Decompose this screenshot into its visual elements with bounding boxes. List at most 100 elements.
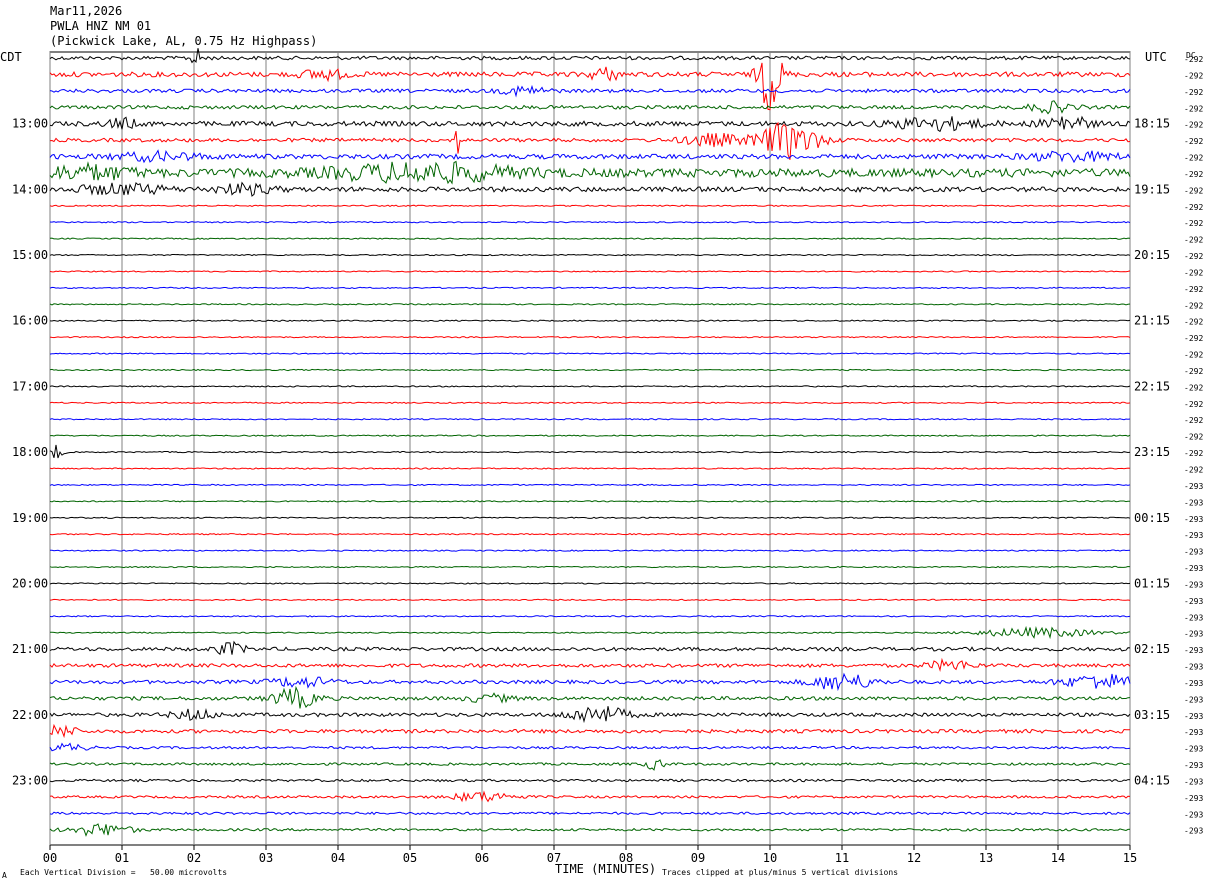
trace-line	[49, 204, 1130, 207]
right-hour-label: 02:15	[1134, 642, 1170, 656]
trace-line	[49, 401, 1131, 404]
clip-note: Traces clipped at plus/minus 5 vertical …	[662, 868, 899, 877]
dc-offset-label: -292	[1184, 121, 1203, 130]
dc-offset-label: -293	[1184, 695, 1203, 704]
dc-offset-label: -293	[1184, 630, 1203, 639]
helicorder-plot: 00 01 02 03 04 05 06 07 08 09 10 11 12 13 14 15-292-292…	[12, 48, 1203, 865]
dc-offset-label: -292	[1184, 137, 1203, 146]
dc-header-label: DC	[1186, 51, 1196, 60]
left-hour-label: 23:00	[12, 773, 48, 787]
dc-offset-label: -293	[1184, 794, 1203, 803]
dc-offset-label: -292	[1184, 367, 1203, 376]
dc-offset-label: -292	[1184, 203, 1203, 212]
trace-line	[49, 418, 1131, 421]
dc-offset-label: -293	[1184, 663, 1203, 672]
trace-line	[49, 533, 1131, 536]
trace-line	[49, 483, 1131, 487]
trace-line	[49, 723, 1130, 739]
x-tick-label: 06	[475, 851, 489, 865]
dc-offset-label: -292	[1184, 186, 1203, 195]
trace-line	[49, 303, 1131, 306]
trace-line	[49, 237, 1131, 240]
dc-offset-label: -293	[1184, 548, 1203, 557]
dc-offset-label: -293	[1184, 597, 1203, 606]
trace-line	[49, 62, 1131, 111]
dc-offset-label: -293	[1184, 777, 1203, 786]
corner-mark: A	[2, 871, 7, 880]
right-hour-label: 01:15	[1134, 576, 1170, 590]
trace-line	[49, 615, 1131, 618]
trace-line	[49, 778, 1131, 783]
dc-offset-label: -293	[1184, 482, 1203, 491]
trace-line	[49, 100, 1131, 115]
dc-offset-label: -292	[1184, 71, 1203, 80]
left-hour-label: 18:00	[12, 445, 48, 459]
x-tick-label: 11	[835, 851, 849, 865]
trace-line	[49, 444, 1131, 459]
trace-line	[49, 790, 1131, 803]
x-tick-label: 03	[259, 851, 273, 865]
right-hour-label: 00:15	[1134, 511, 1170, 525]
trace-line	[49, 149, 1131, 164]
dc-offset-label: -293	[1184, 745, 1203, 754]
left-hour-label: 21:00	[12, 642, 48, 656]
trace-line	[49, 467, 1131, 470]
dc-offset-label: -292	[1184, 170, 1203, 179]
dc-offset-label: -293	[1184, 515, 1203, 524]
right-hour-label: 22:15	[1134, 379, 1170, 393]
x-tick-label: 04	[331, 851, 345, 865]
x-tick-label: 05	[403, 851, 417, 865]
dc-offset-label: -293	[1184, 761, 1203, 770]
x-tick-label: 01	[115, 851, 129, 865]
dc-offset-label: -293	[1184, 827, 1203, 836]
trace-line	[49, 115, 1131, 133]
dc-offset-label: -293	[1184, 810, 1203, 819]
trace-line	[49, 352, 1131, 355]
dc-offset-label: -293	[1184, 646, 1203, 655]
division-note: Each Vertical Division = 50.00 microvolt…	[20, 868, 228, 877]
trace-line	[49, 48, 1131, 64]
trace-line	[49, 121, 1131, 160]
left-hour-label: 15:00	[12, 248, 48, 262]
x-tick-label: 10	[763, 851, 777, 865]
dc-offset-label: -292	[1184, 219, 1203, 228]
right-hour-label: 04:15	[1134, 773, 1170, 787]
left-hour-label: 16:00	[12, 314, 48, 328]
trace-layer	[49, 48, 1131, 837]
dc-offset-label: -292	[1184, 334, 1203, 343]
trace-line	[49, 516, 1131, 519]
right-hour-label: 20:15	[1134, 248, 1170, 262]
dc-offset-label: -293	[1184, 679, 1203, 688]
trace-line	[49, 335, 1131, 339]
dc-offset-label: -292	[1184, 301, 1203, 310]
trace-line	[49, 319, 1131, 322]
trace-line	[49, 253, 1131, 257]
dc-offset-label: -293	[1184, 728, 1203, 737]
trace-line	[49, 685, 1131, 709]
trace-line	[49, 672, 1131, 692]
dc-offset-label: -292	[1184, 318, 1203, 327]
trace-line	[49, 270, 1131, 273]
trace-line	[49, 759, 1131, 771]
left-hour-label: 20:00	[12, 576, 48, 590]
dc-offset-label: -292	[1184, 88, 1203, 97]
x-tick-label: 02	[187, 851, 201, 865]
trace-line	[49, 385, 1131, 388]
dc-offset-label: -293	[1184, 531, 1203, 540]
x-tick-label: 09	[691, 851, 705, 865]
x-tick-label: 00	[43, 851, 57, 865]
trace-line	[49, 598, 1131, 602]
trace-line	[49, 160, 1131, 185]
trace-line	[49, 582, 1131, 585]
dc-offset-label: -292	[1184, 285, 1203, 294]
trace-line	[49, 84, 1131, 98]
trace-line	[49, 368, 1131, 372]
trace-line	[49, 181, 1131, 197]
trace-line	[49, 706, 1131, 724]
left-hour-label: 14:00	[12, 182, 48, 196]
left-hour-label: 17:00	[12, 379, 48, 393]
trace-line	[49, 640, 1131, 656]
dc-offset-label: -292	[1184, 416, 1203, 425]
dc-offset-label: -292	[1184, 252, 1203, 261]
left-hour-label: 13:00	[12, 117, 48, 131]
